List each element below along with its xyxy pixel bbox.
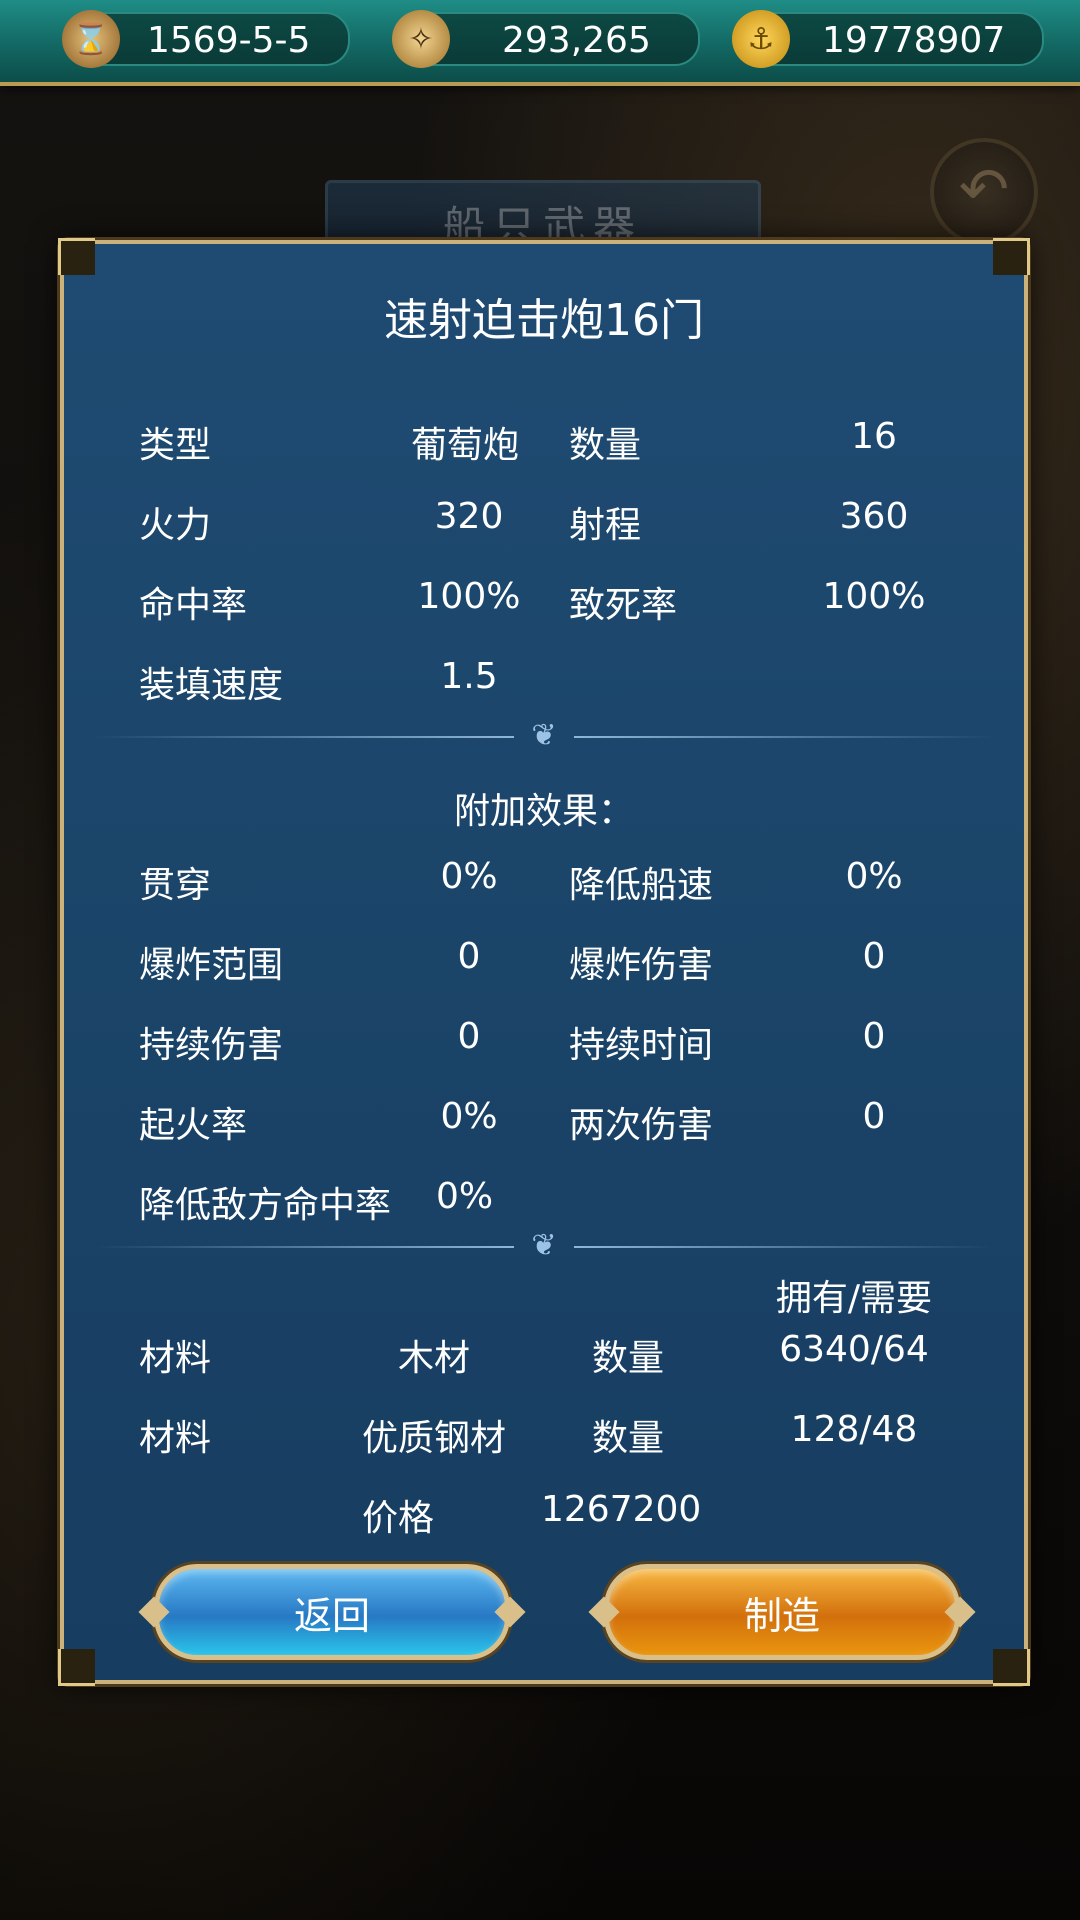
- material-qty: 6340/64: [779, 1329, 929, 1370]
- material-name: 木材: [397, 1338, 470, 1379]
- duration-label: 持续时间: [569, 1025, 714, 1066]
- blast-damage-value: 0: [862, 936, 886, 977]
- reduce-hit-value: 0%: [436, 1176, 494, 1217]
- count-value: 16: [851, 416, 897, 457]
- double-damage-value: 0: [862, 1096, 886, 1137]
- firepower-label: 火力: [139, 505, 212, 546]
- reduce-hit-label: 降低敌方命中率: [139, 1185, 392, 1226]
- corner-ornament: [993, 1649, 1030, 1686]
- lethal-rate-label: 致死率: [569, 585, 678, 626]
- resource-bar: ⌛ 1569-5-5 ✧ 293,265 ⚓ 19778907: [0, 0, 1080, 86]
- owned-needed-header: 拥有/需要: [775, 1278, 933, 1319]
- background-back-icon: ↶: [930, 138, 1038, 246]
- reload-label: 装填速度: [139, 665, 284, 706]
- make-button[interactable]: 制造: [588, 1564, 976, 1660]
- material-label: 材料: [139, 1418, 212, 1459]
- material-name: 优质钢材: [361, 1418, 506, 1459]
- back-button-label: 返回: [293, 1593, 370, 1638]
- pierce-label: 贯穿: [139, 865, 212, 906]
- corner-ornament: [58, 1649, 95, 1686]
- duration-value: 0: [862, 1016, 886, 1057]
- type-value: 葡萄炮: [410, 425, 519, 466]
- slow-value: 0%: [845, 856, 903, 897]
- weapon-detail-dialog: 速射迫击炮16门 类型 葡萄炮 数量 16 火力 320 射程 360 命中率 …: [58, 238, 1030, 1686]
- price-label: 价格: [362, 1498, 435, 1539]
- blast-range-label: 爆炸范围: [139, 945, 284, 986]
- material-qty-label: 数量: [592, 1338, 665, 1379]
- make-button-label: 制造: [743, 1593, 820, 1638]
- date-display: ⌛ 1569-5-5: [62, 10, 350, 68]
- blast-damage-label: 爆炸伤害: [569, 945, 714, 986]
- slow-label: 降低船速: [569, 865, 714, 906]
- material-qty: 128/48: [790, 1409, 918, 1450]
- section-divider: ❦: [94, 718, 994, 753]
- count-label: 数量: [569, 425, 642, 466]
- back-button[interactable]: 返回: [138, 1564, 526, 1660]
- blast-range-value: 0: [457, 936, 481, 977]
- fire-rate-label: 起火率: [139, 1105, 248, 1146]
- lethal-rate-value: 100%: [822, 576, 926, 617]
- price-value: 1267200: [541, 1489, 702, 1530]
- dot-value: 0: [457, 1016, 481, 1057]
- double-damage-label: 两次伤害: [569, 1105, 714, 1146]
- section-divider: ❦: [94, 1228, 994, 1263]
- fire-rate-value: 0%: [440, 1096, 498, 1137]
- dot-label: 持续伤害: [139, 1025, 284, 1066]
- material-label: 材料: [139, 1338, 212, 1379]
- date-value: 1569-5-5: [147, 20, 311, 61]
- gold-value: 19778907: [822, 20, 1006, 61]
- firepower-value: 320: [434, 496, 504, 537]
- range-label: 射程: [569, 505, 642, 546]
- reload-value: 1.5: [440, 656, 498, 697]
- gold-display: ⚓ 19778907: [732, 10, 1044, 68]
- effects-heading: 附加效果：: [453, 791, 634, 832]
- gold-coin-icon: ⚓: [732, 10, 790, 68]
- range-value: 360: [839, 496, 909, 537]
- reputation-display: ✧ 293,265: [392, 10, 700, 68]
- corner-ornament: [58, 238, 95, 275]
- hourglass-icon: ⌛: [62, 10, 120, 68]
- pierce-value: 0%: [440, 856, 498, 897]
- material-qty-label: 数量: [592, 1418, 665, 1459]
- compass-icon: ✧: [392, 10, 450, 68]
- reputation-value: 293,265: [502, 20, 651, 61]
- hit-rate-label: 命中率: [139, 585, 248, 626]
- hit-rate-value: 100%: [417, 576, 521, 617]
- weapon-title: 速射迫击炮16门: [384, 295, 704, 346]
- corner-ornament: [993, 238, 1030, 275]
- type-label: 类型: [139, 425, 212, 466]
